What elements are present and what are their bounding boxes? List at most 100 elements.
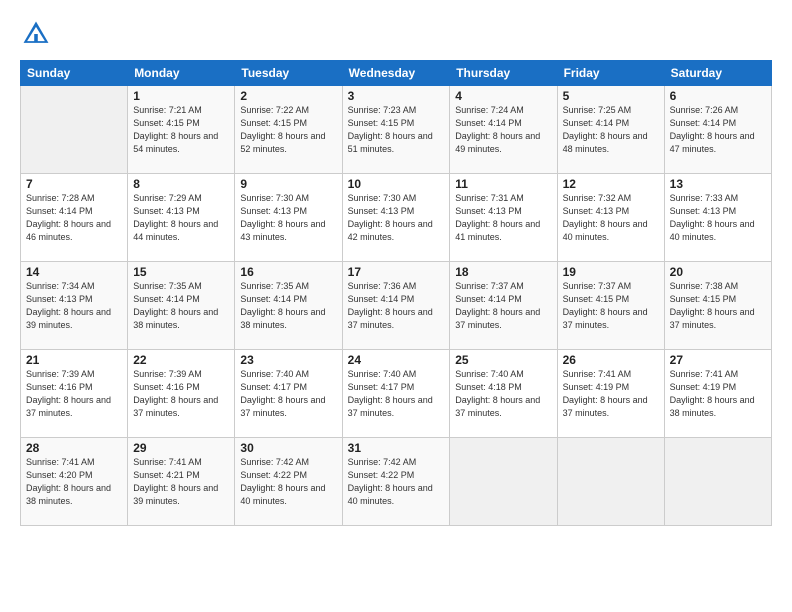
calendar-cell: 5Sunrise: 7:25 AMSunset: 4:14 PMDaylight…: [557, 86, 664, 174]
day-info: Sunrise: 7:40 AMSunset: 4:18 PMDaylight:…: [455, 368, 551, 420]
calendar-week-3: 14Sunrise: 7:34 AMSunset: 4:13 PMDayligh…: [21, 262, 772, 350]
day-info: Sunrise: 7:28 AMSunset: 4:14 PMDaylight:…: [26, 192, 122, 244]
day-info: Sunrise: 7:35 AMSunset: 4:14 PMDaylight:…: [133, 280, 229, 332]
day-info: Sunrise: 7:38 AMSunset: 4:15 PMDaylight:…: [670, 280, 766, 332]
calendar-cell: 23Sunrise: 7:40 AMSunset: 4:17 PMDayligh…: [235, 350, 342, 438]
day-number: 14: [26, 265, 122, 279]
calendar-cell: 31Sunrise: 7:42 AMSunset: 4:22 PMDayligh…: [342, 438, 450, 526]
calendar-cell: 6Sunrise: 7:26 AMSunset: 4:14 PMDaylight…: [664, 86, 771, 174]
day-info: Sunrise: 7:39 AMSunset: 4:16 PMDaylight:…: [26, 368, 122, 420]
calendar-cell: 15Sunrise: 7:35 AMSunset: 4:14 PMDayligh…: [128, 262, 235, 350]
day-number: 24: [348, 353, 445, 367]
weekday-header-wednesday: Wednesday: [342, 61, 450, 86]
day-info: Sunrise: 7:32 AMSunset: 4:13 PMDaylight:…: [563, 192, 659, 244]
day-info: Sunrise: 7:40 AMSunset: 4:17 PMDaylight:…: [240, 368, 336, 420]
day-number: 5: [563, 89, 659, 103]
calendar-cell: 3Sunrise: 7:23 AMSunset: 4:15 PMDaylight…: [342, 86, 450, 174]
calendar-cell: 10Sunrise: 7:30 AMSunset: 4:13 PMDayligh…: [342, 174, 450, 262]
day-info: Sunrise: 7:41 AMSunset: 4:21 PMDaylight:…: [133, 456, 229, 508]
day-info: Sunrise: 7:24 AMSunset: 4:14 PMDaylight:…: [455, 104, 551, 156]
day-info: Sunrise: 7:42 AMSunset: 4:22 PMDaylight:…: [240, 456, 336, 508]
day-info: Sunrise: 7:30 AMSunset: 4:13 PMDaylight:…: [240, 192, 336, 244]
day-info: Sunrise: 7:41 AMSunset: 4:20 PMDaylight:…: [26, 456, 122, 508]
weekday-header-friday: Friday: [557, 61, 664, 86]
day-info: Sunrise: 7:23 AMSunset: 4:15 PMDaylight:…: [348, 104, 445, 156]
day-number: 16: [240, 265, 336, 279]
day-number: 30: [240, 441, 336, 455]
day-number: 8: [133, 177, 229, 191]
calendar-cell: 14Sunrise: 7:34 AMSunset: 4:13 PMDayligh…: [21, 262, 128, 350]
day-number: 31: [348, 441, 445, 455]
day-number: 26: [563, 353, 659, 367]
day-info: Sunrise: 7:22 AMSunset: 4:15 PMDaylight:…: [240, 104, 336, 156]
weekday-header-tuesday: Tuesday: [235, 61, 342, 86]
weekday-header-row: SundayMondayTuesdayWednesdayThursdayFrid…: [21, 61, 772, 86]
logo: [20, 18, 56, 50]
day-info: Sunrise: 7:31 AMSunset: 4:13 PMDaylight:…: [455, 192, 551, 244]
calendar-cell: 20Sunrise: 7:38 AMSunset: 4:15 PMDayligh…: [664, 262, 771, 350]
calendar-cell: 16Sunrise: 7:35 AMSunset: 4:14 PMDayligh…: [235, 262, 342, 350]
calendar-cell: 13Sunrise: 7:33 AMSunset: 4:13 PMDayligh…: [664, 174, 771, 262]
day-info: Sunrise: 7:25 AMSunset: 4:14 PMDaylight:…: [563, 104, 659, 156]
day-info: Sunrise: 7:41 AMSunset: 4:19 PMDaylight:…: [563, 368, 659, 420]
day-number: 9: [240, 177, 336, 191]
day-number: 10: [348, 177, 445, 191]
day-info: Sunrise: 7:35 AMSunset: 4:14 PMDaylight:…: [240, 280, 336, 332]
calendar-cell: 29Sunrise: 7:41 AMSunset: 4:21 PMDayligh…: [128, 438, 235, 526]
calendar-cell: [450, 438, 557, 526]
calendar-cell: [557, 438, 664, 526]
calendar-cell: 11Sunrise: 7:31 AMSunset: 4:13 PMDayligh…: [450, 174, 557, 262]
day-info: Sunrise: 7:39 AMSunset: 4:16 PMDaylight:…: [133, 368, 229, 420]
calendar-week-5: 28Sunrise: 7:41 AMSunset: 4:20 PMDayligh…: [21, 438, 772, 526]
day-number: 25: [455, 353, 551, 367]
calendar-header: SundayMondayTuesdayWednesdayThursdayFrid…: [21, 61, 772, 86]
day-number: 18: [455, 265, 551, 279]
calendar-cell: 7Sunrise: 7:28 AMSunset: 4:14 PMDaylight…: [21, 174, 128, 262]
calendar-cell: 1Sunrise: 7:21 AMSunset: 4:15 PMDaylight…: [128, 86, 235, 174]
day-number: 23: [240, 353, 336, 367]
calendar-cell: 8Sunrise: 7:29 AMSunset: 4:13 PMDaylight…: [128, 174, 235, 262]
weekday-header-thursday: Thursday: [450, 61, 557, 86]
day-number: 17: [348, 265, 445, 279]
day-number: 1: [133, 89, 229, 103]
day-number: 13: [670, 177, 766, 191]
day-number: 6: [670, 89, 766, 103]
calendar-cell: 30Sunrise: 7:42 AMSunset: 4:22 PMDayligh…: [235, 438, 342, 526]
day-number: 22: [133, 353, 229, 367]
day-number: 2: [240, 89, 336, 103]
calendar-cell: 17Sunrise: 7:36 AMSunset: 4:14 PMDayligh…: [342, 262, 450, 350]
day-number: 20: [670, 265, 766, 279]
day-number: 29: [133, 441, 229, 455]
day-number: 19: [563, 265, 659, 279]
day-number: 27: [670, 353, 766, 367]
calendar-cell: 4Sunrise: 7:24 AMSunset: 4:14 PMDaylight…: [450, 86, 557, 174]
day-number: 12: [563, 177, 659, 191]
weekday-header-sunday: Sunday: [21, 61, 128, 86]
day-info: Sunrise: 7:21 AMSunset: 4:15 PMDaylight:…: [133, 104, 229, 156]
calendar-week-2: 7Sunrise: 7:28 AMSunset: 4:14 PMDaylight…: [21, 174, 772, 262]
calendar-cell: 21Sunrise: 7:39 AMSunset: 4:16 PMDayligh…: [21, 350, 128, 438]
calendar-cell: [664, 438, 771, 526]
day-info: Sunrise: 7:42 AMSunset: 4:22 PMDaylight:…: [348, 456, 445, 508]
day-info: Sunrise: 7:33 AMSunset: 4:13 PMDaylight:…: [670, 192, 766, 244]
day-info: Sunrise: 7:29 AMSunset: 4:13 PMDaylight:…: [133, 192, 229, 244]
day-info: Sunrise: 7:36 AMSunset: 4:14 PMDaylight:…: [348, 280, 445, 332]
logo-icon: [20, 18, 52, 50]
calendar-cell: 2Sunrise: 7:22 AMSunset: 4:15 PMDaylight…: [235, 86, 342, 174]
calendar-cell: 19Sunrise: 7:37 AMSunset: 4:15 PMDayligh…: [557, 262, 664, 350]
calendar-week-1: 1Sunrise: 7:21 AMSunset: 4:15 PMDaylight…: [21, 86, 772, 174]
calendar-cell: 22Sunrise: 7:39 AMSunset: 4:16 PMDayligh…: [128, 350, 235, 438]
page: SundayMondayTuesdayWednesdayThursdayFrid…: [0, 0, 792, 612]
day-info: Sunrise: 7:37 AMSunset: 4:15 PMDaylight:…: [563, 280, 659, 332]
calendar-cell: 28Sunrise: 7:41 AMSunset: 4:20 PMDayligh…: [21, 438, 128, 526]
calendar-cell: 27Sunrise: 7:41 AMSunset: 4:19 PMDayligh…: [664, 350, 771, 438]
day-number: 11: [455, 177, 551, 191]
weekday-header-monday: Monday: [128, 61, 235, 86]
header: [20, 18, 772, 50]
calendar-cell: 24Sunrise: 7:40 AMSunset: 4:17 PMDayligh…: [342, 350, 450, 438]
calendar-body: 1Sunrise: 7:21 AMSunset: 4:15 PMDaylight…: [21, 86, 772, 526]
day-number: 3: [348, 89, 445, 103]
calendar-table: SundayMondayTuesdayWednesdayThursdayFrid…: [20, 60, 772, 526]
calendar-cell: [21, 86, 128, 174]
calendar-cell: 26Sunrise: 7:41 AMSunset: 4:19 PMDayligh…: [557, 350, 664, 438]
